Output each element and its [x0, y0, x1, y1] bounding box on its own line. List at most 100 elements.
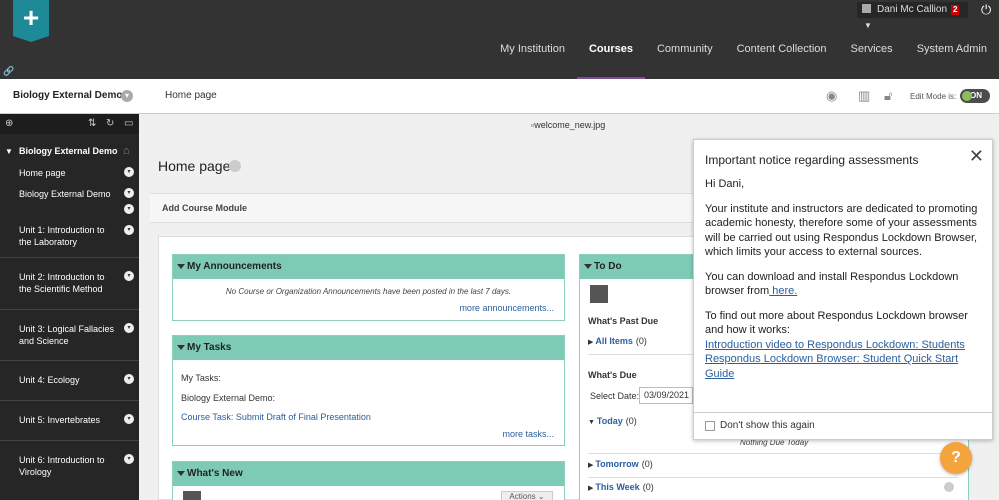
edit-mode-toggle[interactable]: ON [960, 89, 990, 103]
more-tasks-link[interactable]: more tasks... [502, 429, 554, 439]
past-due-heading: What's Past Due [588, 316, 659, 326]
user-name: Dani Mc Callion [877, 4, 948, 15]
folder-icon[interactable]: ▭ [124, 118, 133, 129]
tasks-label: My Tasks: [181, 373, 221, 383]
select-date-label: Select Date: [590, 391, 640, 401]
notice-paragraph: Your institute and instructors are dedic… [705, 202, 978, 259]
this-week-count: (0) [642, 482, 654, 492]
intro-video-link[interactable]: Introduction video to Respondus Lockdown… [705, 339, 965, 351]
course-title[interactable]: Biology External Demo [13, 90, 122, 101]
question-icon: ? [951, 449, 961, 466]
actions-button[interactable]: Actions ⌄ [501, 491, 553, 500]
help-button[interactable]: ? [940, 442, 972, 474]
add-module-bar: Add Course Module [150, 193, 750, 223]
this-week-link[interactable]: This Week [595, 482, 639, 492]
notice-greeting: Hi Dani, [705, 178, 745, 190]
whats-new-title[interactable]: What's New [173, 462, 564, 486]
sidebar-item-home-page[interactable]: Home page ▾ [0, 164, 139, 185]
dont-show-label[interactable]: Don't show this again [720, 420, 815, 431]
tomorrow-link[interactable]: Tomorrow [595, 459, 638, 469]
top-bar: + Dani Mc Callion 2 ▼ ⏻ 🔗 My Institution C… [0, 0, 999, 79]
chevron-down-icon[interactable]: ▾ [124, 323, 134, 333]
power-icon[interactable]: ⏻ [981, 2, 991, 18]
chevron-down-icon[interactable]: ▾ [124, 271, 134, 281]
chevron-down-icon[interactable]: ▾ [124, 167, 134, 177]
close-icon[interactable]: ✕ [969, 146, 984, 167]
caret-down-icon[interactable]: ▼ [5, 147, 13, 156]
chevron-down-icon[interactable]: ▾ [124, 454, 134, 464]
today-link[interactable]: Today [597, 416, 623, 426]
home-icon[interactable]: ⌂ [123, 145, 130, 157]
notice-download-text: You can download and install Respondus L… [705, 270, 959, 298]
sidebar-item-biology-external-demo[interactable]: Biology External Demo ▾ [0, 185, 139, 206]
logo-plus-icon[interactable]: + [13, 0, 49, 42]
tab-my-institution[interactable]: My Institution [488, 38, 577, 79]
chevron-down-icon[interactable]: ▾ [124, 374, 134, 384]
breadcrumb-page: Home page [165, 90, 217, 101]
user-menu[interactable]: Dani Mc Callion 2 ▼ [857, 2, 968, 30]
announcements-empty: No Course or Organization Announcements … [225, 287, 512, 296]
tab-courses[interactable]: Courses [576, 38, 645, 79]
announcements-module: My Announcements No Course or Organizati… [172, 254, 565, 321]
sidebar-item-label: Home page [19, 168, 66, 178]
this-week-row[interactable]: ▶ This Week (0) [588, 481, 958, 500]
quick-start-guide-link[interactable]: Respondus Lockdown Browser: Student Quic… [705, 353, 958, 380]
add-course-module-button[interactable]: Add Course Module [162, 203, 247, 213]
tomorrow-row[interactable]: ▶ Tomorrow (0) [588, 458, 958, 478]
chevron-down-icon[interactable]: ▾ [124, 188, 134, 198]
page-title: Home page [158, 158, 231, 174]
breadcrumb: Biology External Demo ▾ Home page ◉ ▥ 🔓︎… [0, 79, 999, 114]
tab-content-collection[interactable]: Content Collection [725, 38, 839, 79]
tasks-title[interactable]: My Tasks [173, 336, 564, 360]
sidebar-item-unit-2[interactable]: Unit 2: Introduction to the Scientific M… [0, 258, 139, 309]
sidebar-item-unit-4[interactable]: Unit 4: Ecology ▾ [0, 361, 139, 400]
download-here-link[interactable]: here. [769, 285, 797, 297]
tab-services[interactable]: Services [839, 38, 905, 79]
notice-title: Important notice regarding assessments [705, 153, 919, 167]
all-items-link[interactable]: All Items [595, 336, 633, 346]
sidebar-item-label: Unit 6: Introduction to Virology [19, 455, 105, 477]
sidebar-item-unit-3[interactable]: Unit 3: Logical Fallacies and Science ▾ [0, 310, 139, 360]
sidebar-item-label: Unit 4: Ecology [19, 375, 80, 385]
course-menu-header[interactable]: ▼ Biology External Demo ⌂ [0, 145, 139, 164]
lock-icon[interactable]: 🔓︎ [884, 88, 892, 104]
tasks-module: My Tasks My Tasks: Biology External Demo… [172, 335, 565, 446]
avatar [862, 4, 871, 13]
select-date-input[interactable]: 03/09/2021 [639, 387, 693, 404]
tomorrow-count: (0) [641, 459, 653, 469]
avatar [590, 285, 608, 303]
todo-divider [588, 453, 958, 454]
chevron-down-icon[interactable] [944, 482, 954, 492]
sidebar-item-unit-5[interactable]: Unit 5: Invertebrates ▾ [0, 401, 139, 440]
notice-more-info: To find out more about Respondus Lockdow… [705, 309, 968, 337]
sidebar-item-label: Unit 2: Introduction to the Scientific M… [19, 272, 105, 294]
sidebar-item-label: Unit 3: Logical Fallacies and Science [19, 324, 115, 346]
chevron-down-icon[interactable]: ▾ [121, 90, 133, 102]
tab-community[interactable]: Community [645, 38, 725, 79]
all-items-count: (0) [635, 336, 647, 346]
sort-icon[interactable]: ⇅ [88, 118, 96, 129]
more-announcements-link[interactable]: more announcements... [459, 303, 554, 313]
chevron-down-icon[interactable]: ▼ [864, 21, 872, 30]
link-icon[interactable]: 🔗 [3, 66, 14, 77]
welcome-image-broken: ▫welcome_new.jpg [531, 120, 605, 130]
dont-show-checkbox[interactable] [705, 421, 715, 431]
sidebar-item-label: Biology External Demo [19, 189, 111, 199]
sidebar-item-label: Unit 5: Invertebrates [19, 415, 101, 425]
tasks-course: Biology External Demo: [181, 393, 276, 403]
eye-icon[interactable]: ◉ [826, 88, 837, 104]
notification-badge[interactable]: 2 [951, 5, 960, 15]
announcements-title[interactable]: My Announcements [173, 255, 564, 279]
tab-system-admin[interactable]: System Admin [905, 38, 999, 79]
sidebar-item-unit-6[interactable]: Unit 6: Introduction to Virology ▾ [0, 441, 139, 481]
sidebar-item-unit-1[interactable]: Unit 1: Introduction to the Laboratory ▾ [0, 212, 139, 257]
books-icon[interactable]: ▥ [858, 88, 870, 104]
refresh-icon[interactable]: ↻ [106, 118, 114, 129]
chevron-down-icon[interactable]: ▾ [124, 414, 134, 424]
add-icon[interactable]: ⊕ [5, 118, 13, 129]
chevron-down-icon[interactable]: ▾ [124, 225, 134, 235]
today-count: (0) [625, 416, 637, 426]
avatar [183, 491, 201, 500]
chevron-down-icon[interactable] [229, 160, 241, 172]
task-link[interactable]: Course Task: Submit Draft of Final Prese… [181, 412, 371, 422]
